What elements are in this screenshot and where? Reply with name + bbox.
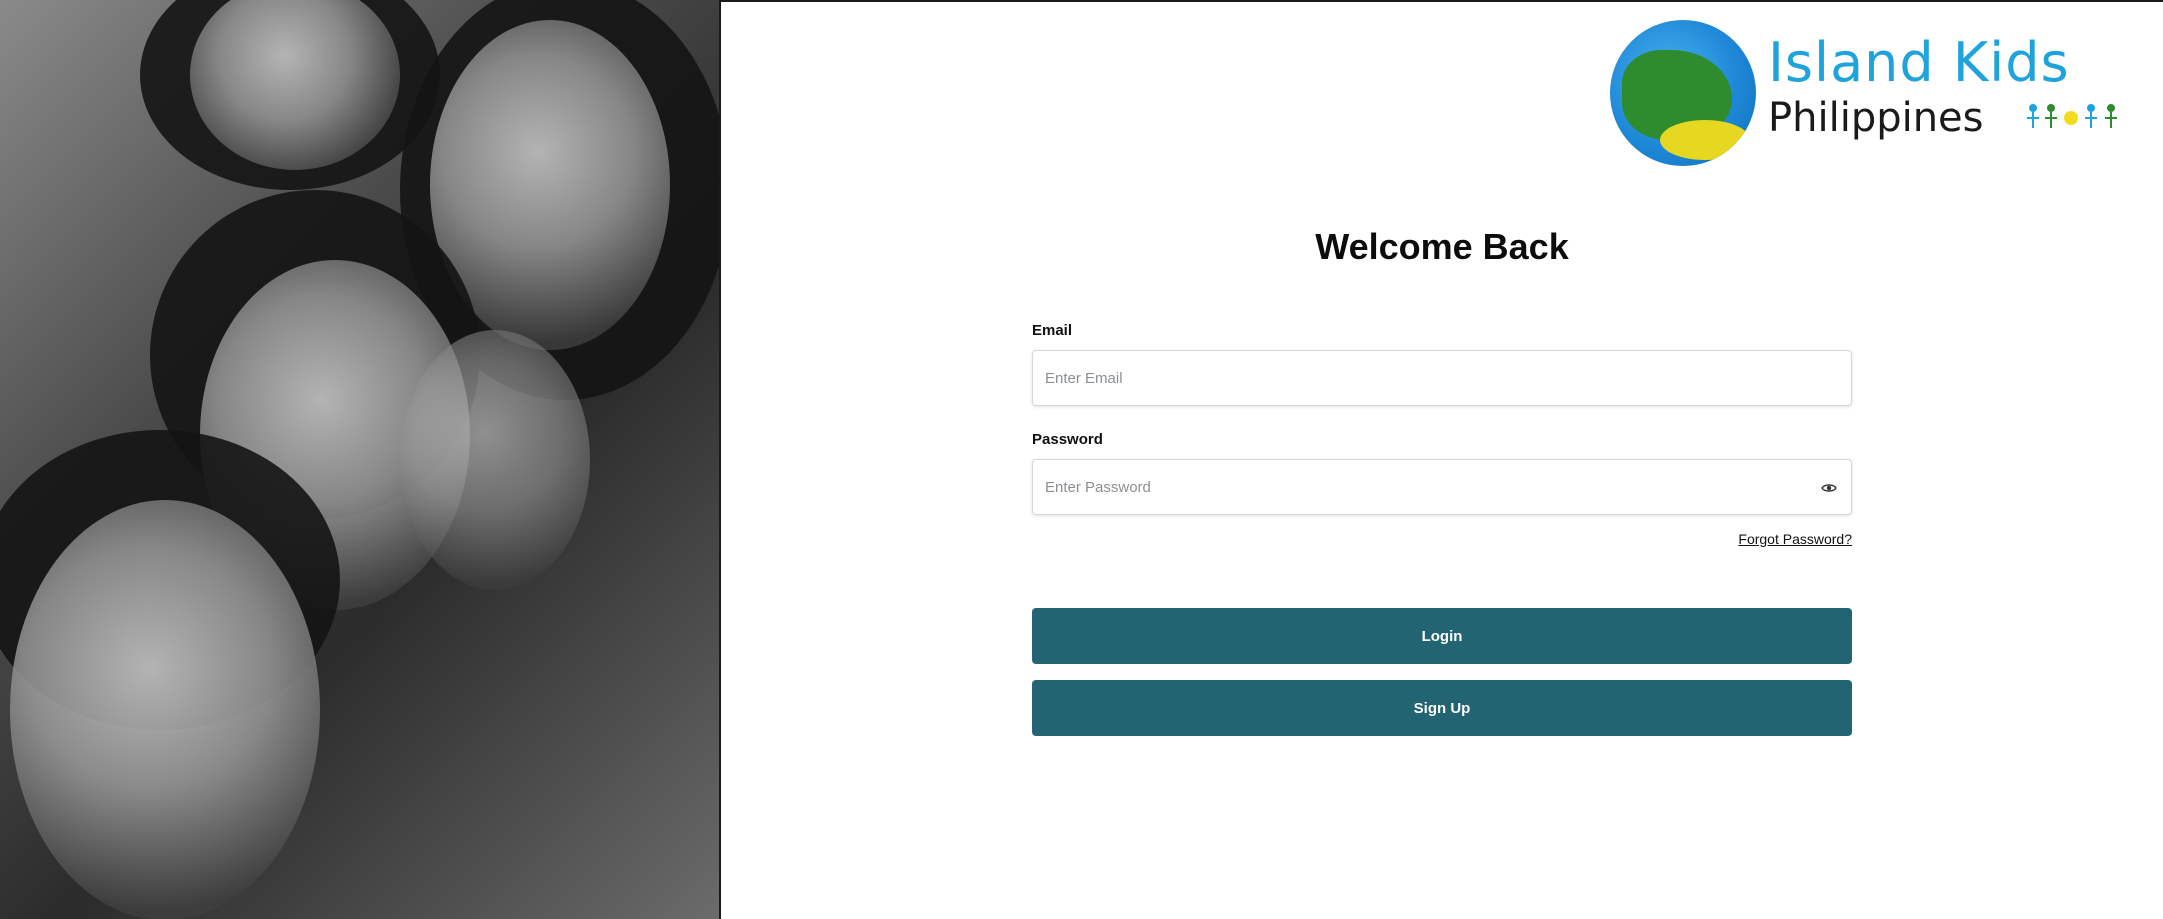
logo-subtitle: Philippines (1768, 95, 1984, 141)
eye-icon[interactable] (1821, 480, 1837, 496)
password-field-container (1032, 459, 1852, 515)
forgot-password-link[interactable]: Forgot Password? (1652, 531, 1852, 547)
photo-shape (400, 330, 590, 590)
email-field-container (1032, 350, 1852, 406)
login-button[interactable]: Login (1032, 608, 1852, 664)
globe-island-logo-icon (1610, 20, 1756, 166)
logo-sun-shape (1660, 120, 1750, 160)
logo-title: Island Kids (1768, 31, 2070, 94)
photo-shape (10, 500, 320, 919)
children-figures-icon (2027, 104, 2117, 128)
email-field[interactable] (1045, 351, 1803, 405)
island-kids-logo: Island Kids Philippines (1610, 18, 2130, 168)
sign-up-button[interactable]: Sign Up (1032, 680, 1852, 736)
login-page: Island Kids Philippines Welcome Back Ema… (0, 0, 2163, 919)
password-field[interactable] (1045, 460, 1803, 514)
password-label: Password (1032, 431, 1103, 448)
email-label: Email (1032, 322, 1073, 339)
children-photo-image (0, 0, 721, 919)
page-title: Welcome Back (1315, 226, 1569, 267)
